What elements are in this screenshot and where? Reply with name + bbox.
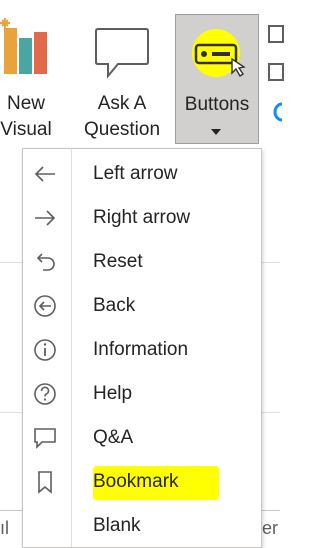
qna-icon <box>34 428 56 449</box>
menu-item-label: Bookmark <box>93 471 179 492</box>
menu-item-label: Reset <box>93 251 143 272</box>
reset-icon <box>36 253 55 271</box>
menu-item-qna[interactable]: Q&A <box>23 416 261 460</box>
menu-item-label: Left arrow <box>93 163 178 184</box>
speech-bubble-icon <box>95 28 149 79</box>
buttons-dropdown-menu: Left arrow Right arrow Reset Back Inform… <box>22 148 262 548</box>
partial-text-right: er <box>262 518 279 538</box>
menu-item-right-arrow[interactable]: Right arrow <box>23 196 261 240</box>
menu-item-label: Back <box>93 295 136 316</box>
menu-item-label: Right arrow <box>93 207 191 228</box>
information-icon <box>34 339 56 361</box>
menu-item-left-arrow[interactable]: Left arrow <box>23 152 261 196</box>
button-icon <box>192 29 246 77</box>
help-icon <box>34 383 56 405</box>
new-visual-label-1: New <box>6 93 45 114</box>
back-icon <box>34 295 56 317</box>
right-arrow-icon <box>35 210 56 226</box>
menu-item-label: Help <box>93 383 133 404</box>
menu-item-blank[interactable]: Blank <box>23 504 261 548</box>
divider <box>262 412 280 413</box>
menu-item-information[interactable]: Information <box>23 328 261 372</box>
divider <box>0 510 24 511</box>
menu-item-bookmark[interactable]: Bookmark <box>23 460 261 504</box>
chart-icon <box>0 18 47 74</box>
bookmark-icon <box>38 471 52 494</box>
new-visual-button[interactable]: New Visual <box>0 6 74 144</box>
ask-question-button[interactable]: Ask A Question <box>72 6 172 144</box>
menu-item-help[interactable]: Help <box>23 372 261 416</box>
partial-text-left: ıl <box>0 518 9 538</box>
menu-item-label: Blank <box>93 515 141 536</box>
buttons-dropdown-button[interactable]: Buttons <box>175 14 259 144</box>
divider <box>262 262 280 263</box>
chevron-down-icon <box>211 129 221 135</box>
ribbon: New Visual Ask A Question Buttons <box>0 0 284 148</box>
new-visual-label-2: Visual <box>0 119 52 140</box>
menu-item-back[interactable]: Back <box>23 284 261 328</box>
menu-item-reset[interactable]: Reset <box>23 240 261 284</box>
buttons-label: Buttons <box>184 94 250 115</box>
divider <box>0 262 24 263</box>
left-arrow-icon <box>34 166 55 182</box>
menu-item-label: Q&A <box>93 427 134 448</box>
divider <box>262 510 280 511</box>
divider <box>0 412 24 413</box>
ask-question-label-1: Ask A <box>97 93 147 114</box>
right-edge-icons <box>268 25 284 122</box>
menu-item-label: Information <box>93 339 189 360</box>
ask-question-label-2: Question <box>83 119 161 140</box>
